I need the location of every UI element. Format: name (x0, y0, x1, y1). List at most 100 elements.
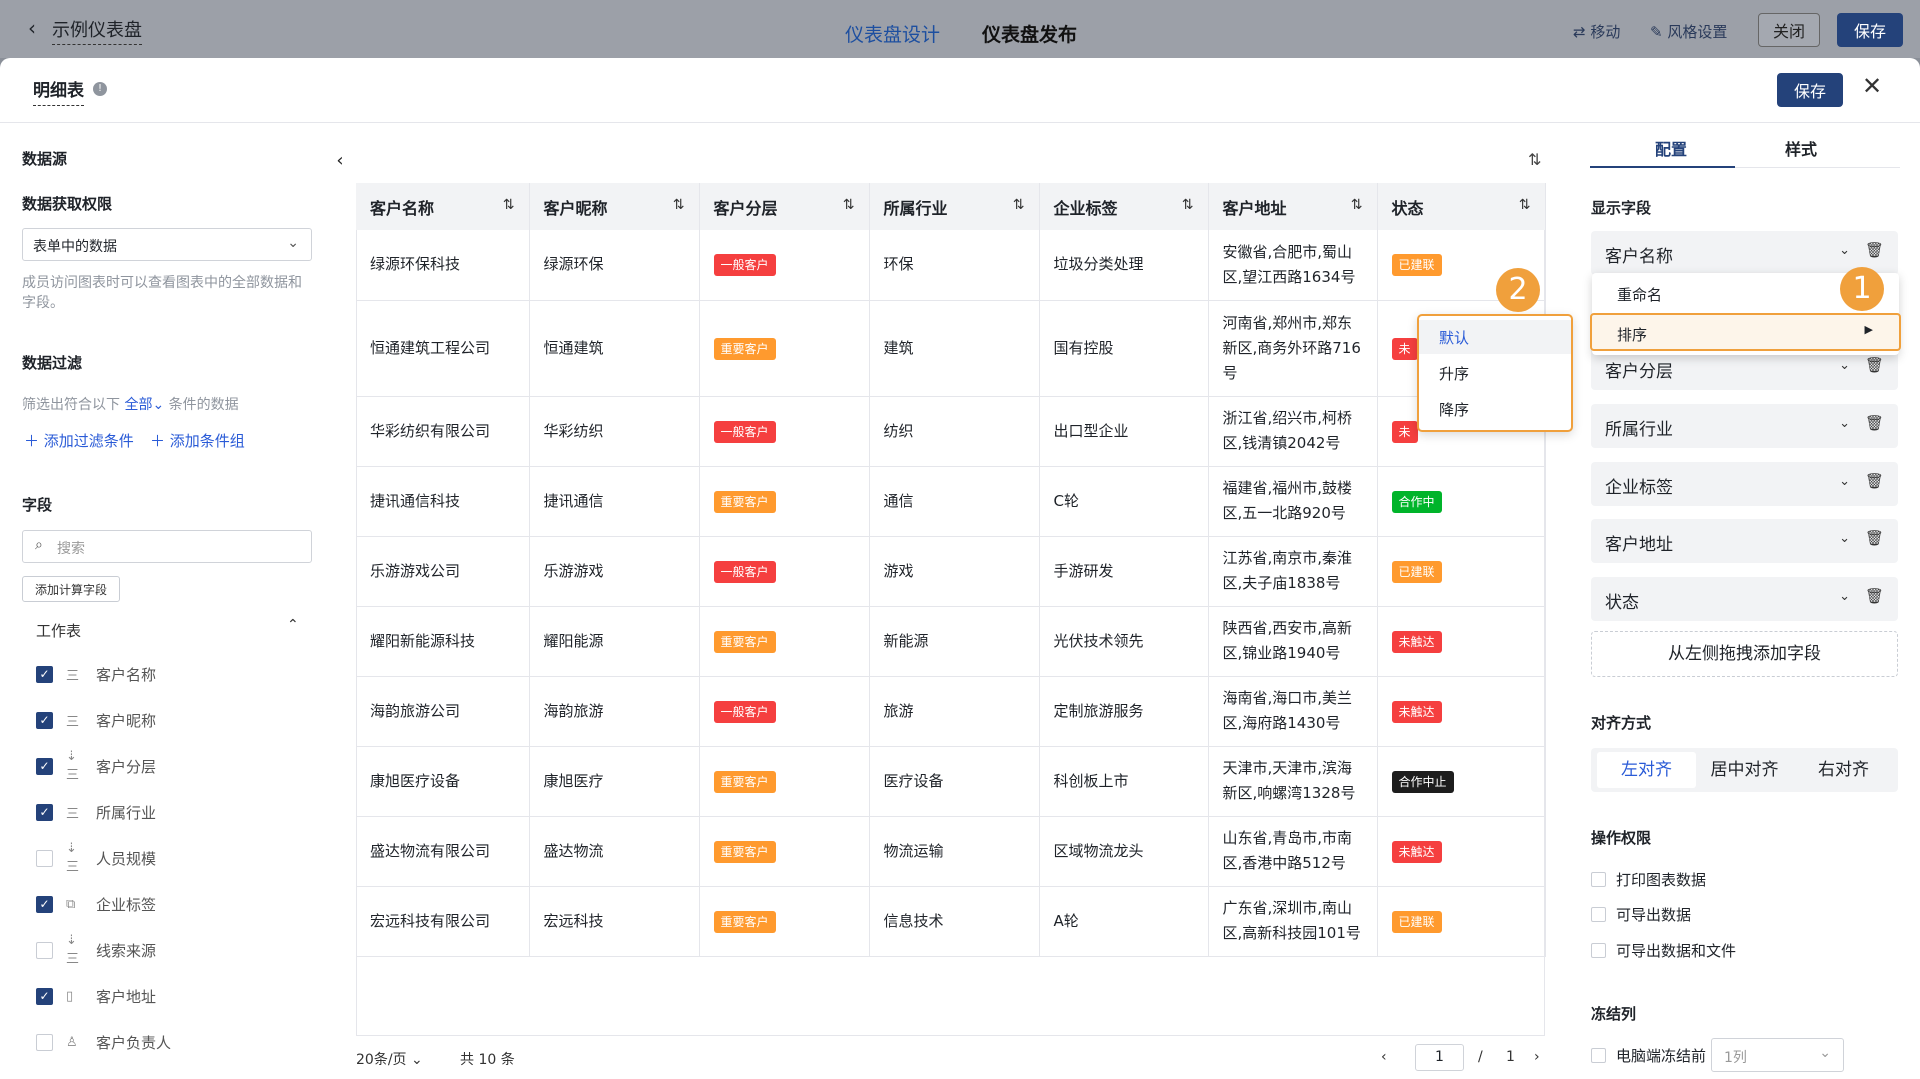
tab-style[interactable]: 样式 (1785, 136, 1817, 160)
chevron-down-icon[interactable]: ⌄ (1839, 358, 1850, 373)
checkbox[interactable]: ✓ (36, 803, 53, 821)
tab-config[interactable]: 配置 (1655, 136, 1687, 160)
checkbox[interactable]: ✓ (36, 987, 53, 1005)
field-item[interactable]: ✓ 三客户昵称 (36, 709, 156, 731)
style-settings-button[interactable]: ✎ 风格设置 (1650, 21, 1727, 42)
sort-asc-option[interactable]: 升序 (1419, 356, 1571, 390)
field-item[interactable]: ⇣三 人员规模 (36, 841, 156, 875)
checkbox[interactable]: ✓ (36, 757, 53, 775)
panel-save-button[interactable]: 保存 (1777, 73, 1843, 107)
field-item[interactable]: ✓ 三所属行业 (36, 801, 156, 823)
sort-default-option[interactable]: 默认 (1419, 320, 1571, 354)
align-right-option[interactable]: 右对齐 (1794, 752, 1893, 788)
addr-cell: 海南省,海口市,美兰区,海府路1430号 (1208, 676, 1378, 747)
checkbox[interactable] (36, 1033, 53, 1051)
chevron-down-icon[interactable]: ⌄ (1839, 531, 1850, 546)
chevron-down-icon[interactable]: ⌄ (1839, 474, 1850, 489)
column-header[interactable]: 客户分层 ⇅ (699, 183, 870, 230)
field-item[interactable]: ✓ ⇣三 客户分层 (36, 749, 156, 783)
chevron-up-icon[interactable]: ⌃ (287, 617, 299, 633)
name-cell: 盛达物流有限公司 (356, 816, 530, 887)
field-item[interactable]: ✓ 三客户名称 (36, 663, 156, 685)
chevron-down-icon[interactable]: ⌄ (1839, 589, 1850, 604)
table-row[interactable]: 康旭医疗设备 康旭医疗 重要客户 医疗设备 科创板上市 天津市,天津市,滨海新区,响螺湾1… (356, 746, 1546, 817)
table-row[interactable]: 华彩纺织有限公司 华彩纺织 一般客户 纺织 出口型企业 浙江省,绍兴市,柯桥区,钱清镇20… (356, 396, 1546, 467)
chevron-down-icon[interactable]: ⌄ (1839, 243, 1850, 258)
align-center-option[interactable]: 居中对齐 (1695, 752, 1794, 788)
next-page-icon[interactable]: › (1534, 1049, 1540, 1065)
trash-icon[interactable]: 🗑 (1865, 529, 1884, 547)
column-header[interactable]: 状态 ⇅ (1377, 183, 1546, 230)
display-field-item[interactable]: 状态 ⌄ 🗑 (1591, 577, 1898, 621)
sort-toggle-icon[interactable]: ⇅ (1528, 150, 1541, 169)
trash-icon[interactable]: 🗑 (1865, 241, 1884, 259)
sort-icon[interactable]: ⇅ (1351, 197, 1363, 213)
trash-icon[interactable]: 🗑 (1865, 414, 1884, 432)
table-row[interactable]: 宏远科技有限公司 宏远科技 重要客户 信息技术 A轮 广东省,深圳市,南山区,高新科技园1… (356, 886, 1546, 957)
checkbox[interactable]: ✓ (36, 895, 53, 913)
add-filter-condition[interactable]: ＋ 添加过滤条件 (24, 431, 134, 451)
sort-icon[interactable]: ⇅ (843, 197, 855, 213)
checkbox[interactable] (36, 849, 53, 867)
sort-icon[interactable]: ⇅ (1519, 197, 1531, 213)
trash-icon[interactable]: 🗑 (1865, 472, 1884, 490)
column-header[interactable]: 客户名称 ⇅ (356, 183, 530, 230)
table-row[interactable]: 捷讯通信科技 捷讯通信 重要客户 通信 C轮 福建省,福州市,鼓楼区,五一北路920号 合作… (356, 466, 1546, 537)
table-row[interactable]: 绿源环保科技 绿源环保 一般客户 环保 垃圾分类处理 安徽省,合肥市,蜀山区,望江西路16… (356, 230, 1546, 301)
sort-icon[interactable]: ⇅ (1013, 197, 1025, 213)
tab-dashboard-publish[interactable]: 仪表盘发布 (982, 20, 1077, 47)
display-field-item[interactable]: 客户地址 ⌄ 🗑 (1591, 519, 1898, 563)
field-search-input[interactable]: ⌕ 搜索 (22, 530, 312, 563)
table-row[interactable]: 盛达物流有限公司 盛达物流 重要客户 物流运输 区域物流龙头 山东省,青岛市,市南区,香港… (356, 816, 1546, 887)
column-header[interactable]: 所属行业 ⇅ (869, 183, 1040, 230)
prev-page-icon[interactable]: ‹ (1381, 1049, 1387, 1065)
page-input[interactable]: 1 (1415, 1044, 1464, 1071)
freeze-desktop-checkbox[interactable]: 电脑端冻结前 (1591, 1045, 1706, 1066)
chevron-down-icon[interactable]: ⌄ (1839, 416, 1850, 431)
trash-icon[interactable]: 🗑 (1865, 587, 1884, 605)
checkbox[interactable] (36, 941, 53, 959)
back-icon[interactable]: ‹ (28, 16, 36, 40)
print-data-checkbox[interactable]: 打印图表数据 (1591, 869, 1706, 890)
field-item[interactable]: ✓ ▯ 客户地址 (36, 985, 156, 1007)
trash-icon[interactable]: 🗑 (1865, 356, 1884, 374)
display-field-item[interactable]: 所属行业 ⌄ 🗑 (1591, 404, 1898, 448)
permission-select[interactable]: 表单中的数据 ⌄ (22, 228, 312, 261)
top-save-button[interactable]: 保存 (1837, 13, 1903, 47)
add-calculated-field-button[interactable]: 添加计算字段 (22, 576, 121, 602)
export-files-checkbox[interactable]: 可导出数据和文件 (1591, 940, 1736, 961)
field-label: 客户昵称 (96, 711, 157, 730)
freeze-columns-select[interactable]: 1列 ⌄ (1711, 1038, 1844, 1072)
table-row[interactable]: 乐游游戏公司 乐游游戏 一般客户 游戏 手游研发 江苏省,南京市,秦淮区,夫子庙1838号… (356, 536, 1546, 607)
checkbox[interactable]: ✓ (36, 711, 53, 729)
field-item[interactable]: ✓ ⧉ 企业标签 (36, 893, 156, 915)
sort-icon[interactable]: ⇅ (673, 197, 685, 213)
checkbox[interactable]: ✓ (36, 665, 53, 683)
industry-cell: 建筑 (869, 300, 1040, 397)
align-left-option[interactable]: 左对齐 (1597, 752, 1696, 788)
drag-add-field-zone[interactable]: 从左侧拖拽添加字段 (1591, 631, 1898, 677)
search-icon: ⌕ (35, 537, 43, 553)
table-row[interactable]: 海韵旅游公司 海韵旅游 一般客户 旅游 定制旅游服务 海南省,海口市,美兰区,海府路143… (356, 676, 1546, 747)
column-header[interactable]: 客户地址 ⇅ (1208, 183, 1378, 230)
column-header[interactable]: 客户昵称 ⇅ (529, 183, 700, 230)
tab-dashboard-design[interactable]: 仪表盘设计 (845, 20, 940, 47)
close-icon[interactable]: ✕ (1862, 72, 1882, 100)
sort-icon[interactable]: ⇅ (503, 197, 515, 213)
column-header[interactable]: 企业标签 ⇅ (1039, 183, 1209, 230)
dashboard-title[interactable]: 示例仪表盘 (52, 16, 142, 45)
filter-all-dropdown[interactable]: 全部 (124, 397, 152, 413)
display-field-item[interactable]: 企业标签 ⌄ 🗑 (1591, 462, 1898, 506)
page-size-select[interactable]: 20条/页 ⌄ (356, 1049, 423, 1069)
add-condition-group[interactable]: ＋ 添加条件组 (150, 431, 245, 451)
export-data-checkbox[interactable]: 可导出数据 (1591, 904, 1691, 925)
field-item[interactable]: ⇣三 线索来源 (36, 933, 156, 967)
close-button[interactable]: 关闭 (1758, 13, 1820, 47)
move-button[interactable]: ⇄ 移动 (1573, 21, 1620, 42)
field-item[interactable]: ♙ 客户负责人 (36, 1031, 171, 1053)
table-row[interactable]: 耀阳新能源科技 耀阳能源 重要客户 新能源 光伏技术领先 陕西省,西安市,高新区,锦业路1… (356, 606, 1546, 677)
sort-menu-item[interactable]: 排序 ▶ (1590, 313, 1901, 351)
table-row[interactable]: 恒通建筑工程公司 恒通建筑 重要客户 建筑 国有控股 河南省,郑州市,郑东新区,商务外环路… (356, 300, 1546, 397)
sort-icon[interactable]: ⇅ (1182, 197, 1194, 213)
sort-desc-option[interactable]: 降序 (1419, 392, 1571, 426)
